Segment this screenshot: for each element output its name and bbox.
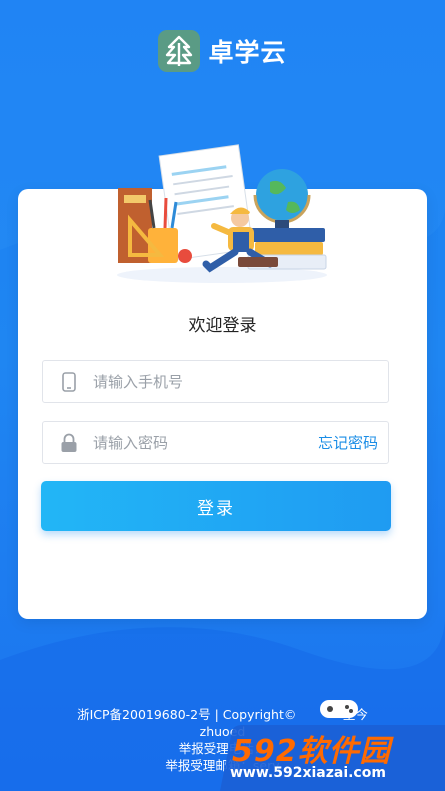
password-input[interactable] <box>91 432 318 453</box>
study-illustration <box>117 144 327 283</box>
phone-input[interactable] <box>91 371 388 392</box>
footer-icp-text: 浙ICP备20019680-2号 | Copyright© <box>77 707 297 722</box>
watermark-brand: 592软件园 <box>232 734 391 769</box>
welcome-title: 欢迎登录 <box>188 316 257 336</box>
watermark-url: www.592xiazai.com <box>230 765 386 781</box>
lock-icon <box>59 433 79 453</box>
tree-logo-icon <box>158 30 201 72</box>
forgot-password-link[interactable]: 忘记密码 <box>318 432 378 453</box>
app-name: 卓学云 <box>208 38 287 67</box>
phone-field[interactable] <box>42 360 389 403</box>
login-button[interactable]: 登录 <box>41 481 391 531</box>
gamepad-icon <box>320 700 358 718</box>
password-field[interactable]: 忘记密码 <box>42 421 389 464</box>
phone-icon <box>59 371 79 392</box>
brand-header: 卓学云 <box>0 30 445 72</box>
